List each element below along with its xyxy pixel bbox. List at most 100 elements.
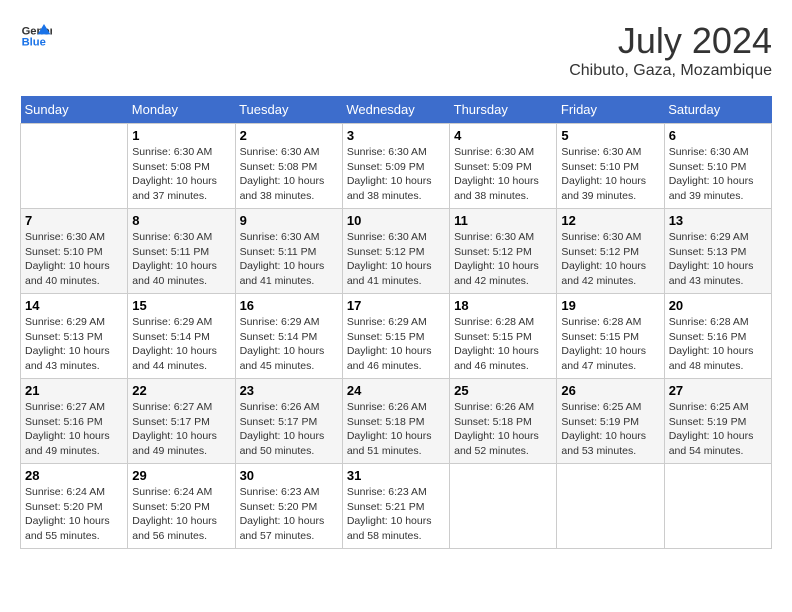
- day-info: Sunrise: 6:30 AM Sunset: 5:11 PM Dayligh…: [240, 230, 338, 289]
- day-number: 31: [347, 468, 445, 483]
- calendar-cell: 27 Sunrise: 6:25 AM Sunset: 5:19 PM Dayli…: [664, 379, 771, 464]
- day-number: 6: [669, 128, 767, 143]
- day-number: 12: [561, 213, 659, 228]
- header-tuesday: Tuesday: [235, 96, 342, 124]
- svg-text:Blue: Blue: [22, 37, 46, 49]
- calendar-cell: 16 Sunrise: 6:29 AM Sunset: 5:14 PM Dayli…: [235, 294, 342, 379]
- calendar-cell: 14 Sunrise: 6:29 AM Sunset: 5:13 PM Dayli…: [21, 294, 128, 379]
- day-info: Sunrise: 6:30 AM Sunset: 5:10 PM Dayligh…: [25, 230, 123, 289]
- calendar-cell: 12 Sunrise: 6:30 AM Sunset: 5:12 PM Dayli…: [557, 209, 664, 294]
- day-number: 25: [454, 383, 552, 398]
- day-number: 18: [454, 298, 552, 313]
- calendar-cell: 28 Sunrise: 6:24 AM Sunset: 5:20 PM Dayli…: [21, 464, 128, 549]
- day-number: 7: [25, 213, 123, 228]
- day-number: 15: [132, 298, 230, 313]
- day-number: 26: [561, 383, 659, 398]
- day-info: Sunrise: 6:30 AM Sunset: 5:09 PM Dayligh…: [454, 145, 552, 204]
- day-info: Sunrise: 6:28 AM Sunset: 5:15 PM Dayligh…: [454, 315, 552, 374]
- day-info: Sunrise: 6:30 AM Sunset: 5:08 PM Dayligh…: [240, 145, 338, 204]
- day-info: Sunrise: 6:30 AM Sunset: 5:08 PM Dayligh…: [132, 145, 230, 204]
- day-number: 28: [25, 468, 123, 483]
- calendar-cell: [450, 464, 557, 549]
- day-info: Sunrise: 6:26 AM Sunset: 5:18 PM Dayligh…: [347, 400, 445, 459]
- logo: General Blue: [20, 20, 52, 52]
- calendar-cell: 23 Sunrise: 6:26 AM Sunset: 5:17 PM Dayli…: [235, 379, 342, 464]
- calendar-cell: 7 Sunrise: 6:30 AM Sunset: 5:10 PM Daylig…: [21, 209, 128, 294]
- day-info: Sunrise: 6:29 AM Sunset: 5:14 PM Dayligh…: [132, 315, 230, 374]
- calendar-cell: 25 Sunrise: 6:26 AM Sunset: 5:18 PM Dayli…: [450, 379, 557, 464]
- day-number: 23: [240, 383, 338, 398]
- day-number: 19: [561, 298, 659, 313]
- day-info: Sunrise: 6:29 AM Sunset: 5:14 PM Dayligh…: [240, 315, 338, 374]
- calendar-cell: 1 Sunrise: 6:30 AM Sunset: 5:08 PM Daylig…: [128, 124, 235, 209]
- calendar-cell: 21Sunrise: 6:27 AM Sunset: 5:16 PM Dayli…: [21, 379, 128, 464]
- day-info: Sunrise: 6:30 AM Sunset: 5:10 PM Dayligh…: [669, 145, 767, 204]
- calendar-cell: 8 Sunrise: 6:30 AM Sunset: 5:11 PM Daylig…: [128, 209, 235, 294]
- calendar-cell: 30 Sunrise: 6:23 AM Sunset: 5:20 PM Dayli…: [235, 464, 342, 549]
- day-info: Sunrise: 6:25 AM Sunset: 5:19 PM Dayligh…: [669, 400, 767, 459]
- day-number: 27: [669, 383, 767, 398]
- day-number: 1: [132, 128, 230, 143]
- day-number: 5: [561, 128, 659, 143]
- day-info: Sunrise: 6:30 AM Sunset: 5:12 PM Dayligh…: [561, 230, 659, 289]
- day-info: Sunrise: 6:29 AM Sunset: 5:15 PM Dayligh…: [347, 315, 445, 374]
- day-number: 9: [240, 213, 338, 228]
- calendar-cell: 19 Sunrise: 6:28 AM Sunset: 5:15 PM Dayli…: [557, 294, 664, 379]
- day-number: 29: [132, 468, 230, 483]
- week-row-5: 28 Sunrise: 6:24 AM Sunset: 5:20 PM Dayli…: [21, 464, 772, 549]
- day-number: 17: [347, 298, 445, 313]
- day-number: 10: [347, 213, 445, 228]
- calendar-cell: 3 Sunrise: 6:30 AM Sunset: 5:09 PM Daylig…: [342, 124, 449, 209]
- day-info: Sunrise: 6:28 AM Sunset: 5:15 PM Dayligh…: [561, 315, 659, 374]
- calendar-cell: 9 Sunrise: 6:30 AM Sunset: 5:11 PM Daylig…: [235, 209, 342, 294]
- calendar-cell: 22Sunrise: 6:27 AM Sunset: 5:17 PM Dayli…: [128, 379, 235, 464]
- day-info: Sunrise: 6:30 AM Sunset: 5:11 PM Dayligh…: [132, 230, 230, 289]
- day-info: Sunrise: 6:30 AM Sunset: 5:12 PM Dayligh…: [454, 230, 552, 289]
- day-info: Sunrise: 6:29 AM Sunset: 5:13 PM Dayligh…: [25, 315, 123, 374]
- week-row-1: 1 Sunrise: 6:30 AM Sunset: 5:08 PM Daylig…: [21, 124, 772, 209]
- week-row-2: 7 Sunrise: 6:30 AM Sunset: 5:10 PM Daylig…: [21, 209, 772, 294]
- day-info: Sunrise: 6:26 AM Sunset: 5:17 PM Dayligh…: [240, 400, 338, 459]
- header-wednesday: Wednesday: [342, 96, 449, 124]
- day-info: Sunrise: 6:27 AM Sunset: 5:17 PM Dayligh…: [132, 400, 230, 459]
- calendar-cell: 15 Sunrise: 6:29 AM Sunset: 5:14 PM Dayli…: [128, 294, 235, 379]
- day-number: 16: [240, 298, 338, 313]
- day-number: 8: [132, 213, 230, 228]
- day-info: Sunrise: 6:30 AM Sunset: 5:12 PM Dayligh…: [347, 230, 445, 289]
- day-number: 30: [240, 468, 338, 483]
- calendar-cell: 6 Sunrise: 6:30 AM Sunset: 5:10 PM Daylig…: [664, 124, 771, 209]
- calendar-cell: 29Sunrise: 6:24 AM Sunset: 5:20 PM Dayli…: [128, 464, 235, 549]
- day-info: Sunrise: 6:25 AM Sunset: 5:19 PM Dayligh…: [561, 400, 659, 459]
- calendar-cell: [21, 124, 128, 209]
- title-block: July 2024 Chibuto, Gaza, Mozambique: [569, 20, 772, 80]
- day-info: Sunrise: 6:30 AM Sunset: 5:10 PM Dayligh…: [561, 145, 659, 204]
- logo-icon: General Blue: [20, 20, 52, 52]
- day-number: 24: [347, 383, 445, 398]
- day-number: 13: [669, 213, 767, 228]
- calendar-table: SundayMondayTuesdayWednesdayThursdayFrid…: [20, 96, 772, 549]
- day-number: 21: [25, 383, 123, 398]
- calendar-cell: [664, 464, 771, 549]
- header-saturday: Saturday: [664, 96, 771, 124]
- calendar-cell: [557, 464, 664, 549]
- calendar-cell: 2Sunrise: 6:30 AM Sunset: 5:08 PM Daylig…: [235, 124, 342, 209]
- header-monday: Monday: [128, 96, 235, 124]
- day-number: 4: [454, 128, 552, 143]
- day-info: Sunrise: 6:26 AM Sunset: 5:18 PM Dayligh…: [454, 400, 552, 459]
- calendar-cell: 11 Sunrise: 6:30 AM Sunset: 5:12 PM Dayli…: [450, 209, 557, 294]
- day-number: 14: [25, 298, 123, 313]
- day-info: Sunrise: 6:24 AM Sunset: 5:20 PM Dayligh…: [25, 485, 123, 544]
- month-title: July 2024: [569, 20, 772, 62]
- page-header: General Blue July 2024 Chibuto, Gaza, Mo…: [20, 20, 772, 80]
- day-info: Sunrise: 6:30 AM Sunset: 5:09 PM Dayligh…: [347, 145, 445, 204]
- day-info: Sunrise: 6:23 AM Sunset: 5:20 PM Dayligh…: [240, 485, 338, 544]
- calendar-cell: 13Sunrise: 6:29 AM Sunset: 5:13 PM Dayli…: [664, 209, 771, 294]
- day-number: 11: [454, 213, 552, 228]
- calendar-cell: 4 Sunrise: 6:30 AM Sunset: 5:09 PM Daylig…: [450, 124, 557, 209]
- calendar-cell: 20Sunrise: 6:28 AM Sunset: 5:16 PM Dayli…: [664, 294, 771, 379]
- header-row: SundayMondayTuesdayWednesdayThursdayFrid…: [21, 96, 772, 124]
- header-sunday: Sunday: [21, 96, 128, 124]
- day-number: 3: [347, 128, 445, 143]
- calendar-cell: 10 Sunrise: 6:30 AM Sunset: 5:12 PM Dayli…: [342, 209, 449, 294]
- calendar-cell: 31Sunrise: 6:23 AM Sunset: 5:21 PM Dayli…: [342, 464, 449, 549]
